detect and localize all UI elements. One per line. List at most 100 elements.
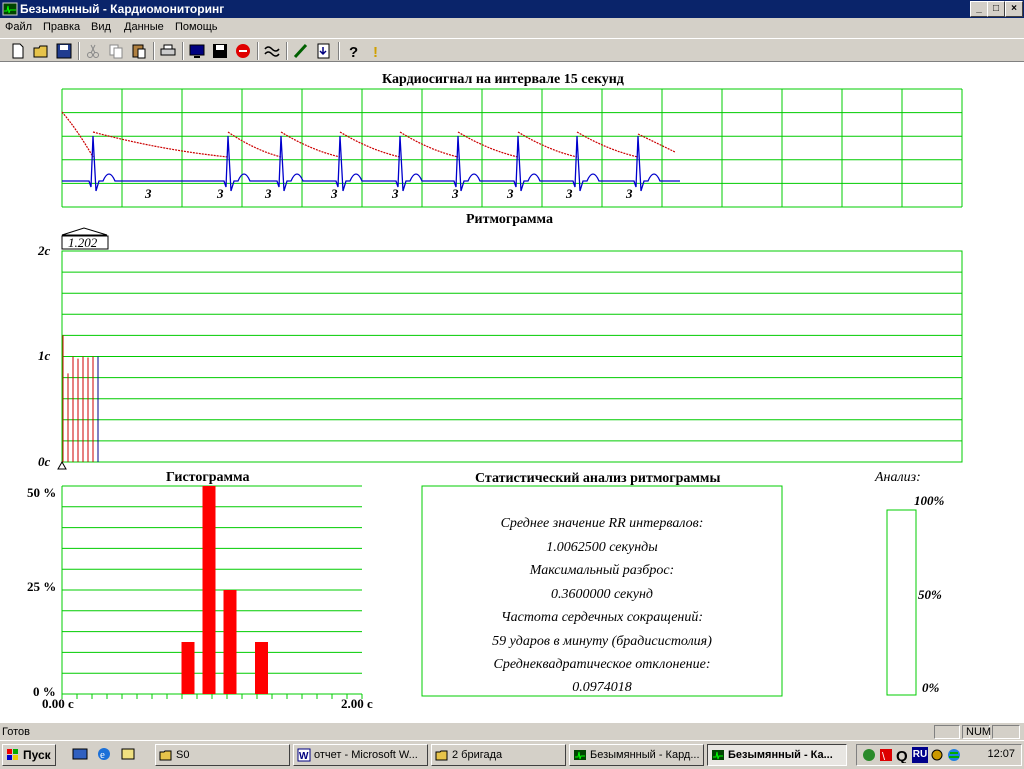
- histogram-x-label-start: 0.00 с: [42, 696, 74, 711]
- windows-flag-icon: [7, 749, 18, 760]
- save-icon[interactable]: [55, 42, 73, 60]
- svg-text:Q: Q: [896, 748, 908, 763]
- network-icon[interactable]: [861, 747, 877, 763]
- print-icon[interactable]: [159, 42, 177, 60]
- status-bar: Готов NUM: [0, 722, 1024, 740]
- task-button-app-2[interactable]: Безымянный - Ка...: [707, 744, 847, 766]
- stat-mean-rr-value: 1.0062500 секунды: [546, 540, 658, 555]
- histogram-title: Гистограмма: [166, 470, 250, 485]
- status-panel-empty-2: [992, 725, 1020, 739]
- svg-text:!: !: [373, 44, 378, 60]
- menu-help[interactable]: Помощь: [175, 21, 218, 33]
- close-button[interactable]: ×: [1005, 1, 1023, 17]
- beat-label: 3: [392, 186, 399, 201]
- rhythm-marker-arrow[interactable]: [61, 227, 108, 236]
- histogram-y-label-top: 50 %: [27, 485, 57, 500]
- start-label: Пуск: [23, 748, 51, 762]
- menu-file[interactable]: Файл: [5, 21, 32, 33]
- toolbar-separator: [286, 42, 288, 60]
- toolbar-separator: [338, 42, 340, 60]
- window-title: Безымянный - Кардиомониторинг: [20, 2, 225, 16]
- analysis-title: Анализ:: [875, 470, 921, 485]
- app-icon: [574, 750, 586, 760]
- task-button-s0[interactable]: S0: [155, 744, 290, 766]
- toolbar-separator: [78, 42, 80, 60]
- outlook-icon[interactable]: [120, 746, 136, 762]
- rhythm-y-label-top: 2с: [38, 243, 51, 258]
- clock: 12:07: [987, 748, 1015, 760]
- quicktime-icon[interactable]: Q: [895, 747, 911, 763]
- pen-icon[interactable]: [292, 42, 310, 60]
- histogram-bar: [181, 642, 195, 694]
- analysis-label-0: 0%: [922, 680, 940, 695]
- beat-label: 3: [566, 186, 573, 201]
- monitor-icon[interactable]: [188, 42, 206, 60]
- beat-label: 3: [626, 186, 633, 201]
- toolbar-separator: [257, 42, 259, 60]
- rhythm-grid: [61, 250, 963, 463]
- histogram-bar: [223, 590, 237, 694]
- beat-label: 3: [145, 186, 152, 201]
- stats-title: Статистический анализ ритмограммы: [475, 471, 721, 486]
- signal-title: Кардиосигнал на интервале 15 секунд: [382, 72, 624, 87]
- beat-label: 3: [265, 186, 272, 201]
- settings-tray-icon[interactable]: [929, 747, 945, 763]
- ecg-trace: [62, 135, 680, 192]
- help-icon[interactable]: ?: [344, 42, 362, 60]
- title-bar: Безымянный - Кардиомониторинг _ □ ×: [0, 0, 1024, 18]
- histogram-y-label-mid: 25 %: [27, 579, 57, 594]
- language-indicator[interactable]: RU: [912, 747, 928, 763]
- beat-label: 3: [507, 186, 514, 201]
- rhythm-start-marker[interactable]: [57, 460, 67, 470]
- rhythm-title: Ритмограмма: [466, 212, 553, 227]
- stop-icon[interactable]: [234, 42, 252, 60]
- maximize-button[interactable]: □: [987, 1, 1005, 17]
- task-button-word[interactable]: W отчет - Microsoft W...: [293, 744, 428, 766]
- signal-trend-line: [61, 111, 676, 158]
- paste-icon[interactable]: [130, 42, 148, 60]
- rhythm-y-label-bottom: 0с: [38, 454, 51, 469]
- taskbar: Пуск e S0 W отчет - Microsoft W... 2 бри…: [0, 740, 1024, 769]
- menu-edit[interactable]: Правка: [43, 21, 80, 33]
- globe-icon[interactable]: [946, 747, 962, 763]
- new-file-icon[interactable]: [9, 42, 27, 60]
- open-folder-icon[interactable]: [32, 42, 50, 60]
- svg-text:W: W: [299, 751, 309, 762]
- antivirus-icon[interactable]: \: [878, 747, 894, 763]
- stat-max-spread-value: 0.3600000 секунд: [550, 587, 654, 602]
- stats-content: Среднее значение RR интервалов: 1.006250…: [422, 486, 782, 696]
- rhythm-y-label-mid: 1с: [38, 348, 51, 363]
- beat-label: 3: [331, 186, 338, 201]
- menu-view[interactable]: Вид: [91, 21, 111, 33]
- client-area: Кардиосигнал на интервале 15 секунд 3 3 3 3…: [0, 62, 1024, 722]
- stat-max-spread-label: Максимальный разброс:: [529, 563, 675, 578]
- menu-data[interactable]: Данные: [124, 21, 164, 33]
- analysis-gauge: [886, 509, 917, 696]
- stat-std-dev-value: 0.0974018: [572, 680, 632, 695]
- histogram-bar: [202, 486, 216, 694]
- copy-icon[interactable]: [107, 42, 125, 60]
- stat-std-dev-label: Среднеквадратическое отклонение:: [493, 657, 711, 672]
- beat-label: 3: [452, 186, 459, 201]
- internet-explorer-icon[interactable]: e: [96, 746, 112, 762]
- desktop-icon[interactable]: [72, 746, 88, 762]
- minimize-button[interactable]: _: [970, 1, 988, 17]
- info-icon[interactable]: !: [367, 42, 385, 60]
- rhythm-marker-value: 1.202: [68, 235, 98, 250]
- disk-icon[interactable]: [211, 42, 229, 60]
- app-icon: [712, 750, 724, 760]
- start-button[interactable]: Пуск: [2, 744, 56, 766]
- task-button-app-1[interactable]: Безымянный - Кард...: [569, 744, 704, 766]
- svg-text:?: ?: [349, 44, 358, 60]
- status-num: NUM: [962, 725, 991, 739]
- task-button-folder[interactable]: 2 бригада: [431, 744, 566, 766]
- status-panel-empty: [934, 725, 960, 739]
- export-icon[interactable]: [315, 42, 333, 60]
- stat-mean-rr-label: Среднее значение RR интервалов:: [500, 516, 704, 531]
- toolbar: ? !: [0, 38, 1024, 62]
- cut-icon[interactable]: [84, 42, 102, 60]
- analysis-label-100: 100%: [914, 493, 945, 508]
- word-icon: W: [297, 748, 311, 762]
- system-tray: \ Q RU 12:07: [856, 744, 1022, 766]
- wave-icon[interactable]: [263, 42, 281, 60]
